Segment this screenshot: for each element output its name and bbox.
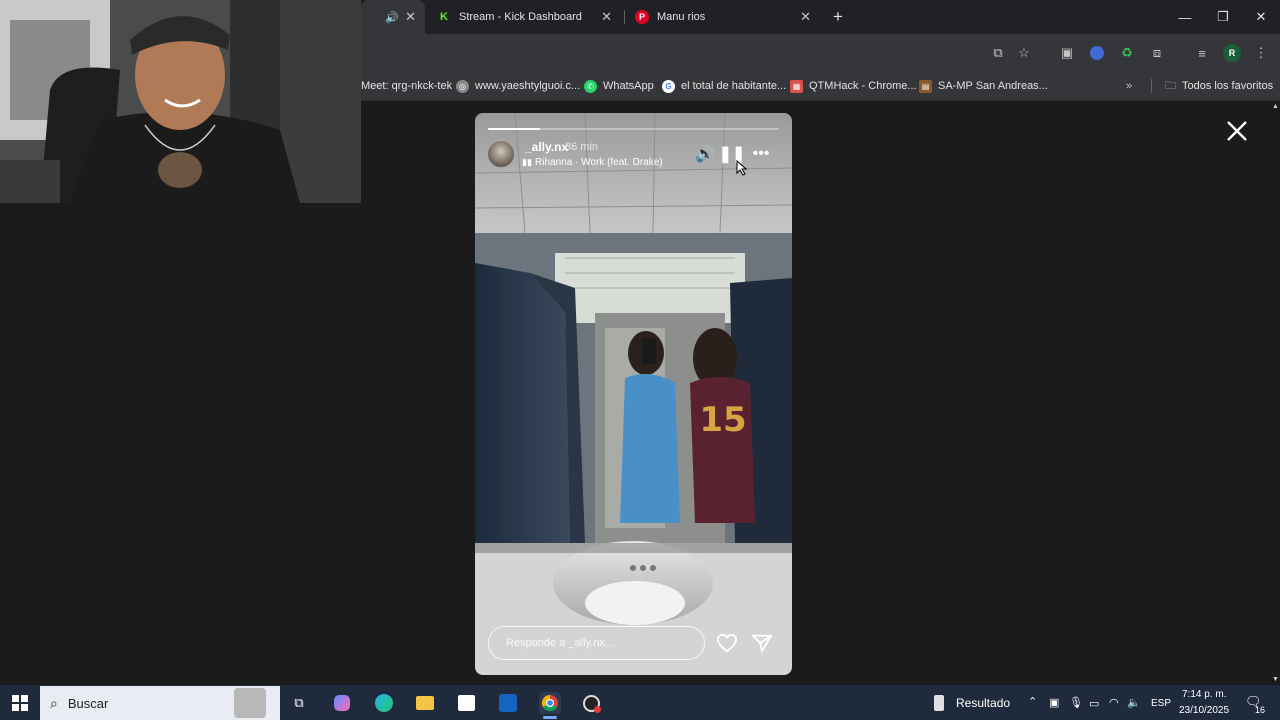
- screen: 🔊 ✕ K Stream - Kick Dashboard ✕ P Manu r…: [0, 0, 1280, 720]
- sports-widget-icon[interactable]: [928, 692, 950, 714]
- chrome-menu-icon[interactable]: ⋮: [1253, 45, 1269, 61]
- bookmark-google[interactable]: G el total de habitante...: [662, 76, 786, 96]
- clock-date[interactable]: 23/10/2025: [1179, 705, 1229, 716]
- media-control-icon[interactable]: ≡: [1194, 45, 1210, 61]
- image-icon: ▦: [790, 79, 803, 93]
- wifi-icon[interactable]: ◠: [1109, 696, 1119, 709]
- chrome-taskbar-icon[interactable]: [539, 692, 561, 714]
- recording-dot-icon: [594, 706, 601, 713]
- scrollbar[interactable]: ▲ ▼: [1270, 101, 1280, 685]
- pinterest-logo-icon: P: [635, 10, 649, 24]
- bookmark-label: el total de habitante...: [681, 80, 787, 92]
- samp-icon: ▤: [919, 79, 932, 93]
- tab-kick[interactable]: K Stream - Kick Dashboard ✕: [426, 0, 622, 34]
- chrome-active-indicator: [543, 716, 557, 719]
- maximize-button[interactable]: ❐: [1204, 0, 1242, 34]
- more-bookmarks-icon[interactable]: »: [1126, 76, 1132, 96]
- svg-text:15: 15: [699, 400, 746, 440]
- webcam-overlay: [0, 0, 361, 203]
- search-icon: ⌕: [50, 694, 58, 711]
- tab-title: Stream - Kick Dashboard: [459, 11, 582, 23]
- profile-initial: R: [1228, 48, 1236, 58]
- like-heart-icon[interactable]: [716, 633, 738, 653]
- story-time: 36 min: [565, 141, 599, 153]
- tab-pinterest[interactable]: P Manu rios ✕: [625, 0, 821, 34]
- volume-icon[interactable]: 🔊: [695, 146, 715, 163]
- bookmark-label: www.yaeshtylguoi.c...: [475, 80, 581, 92]
- story-song[interactable]: Rihanna · Work (feat. Drake): [535, 157, 663, 168]
- tab-active[interactable]: 🔊 ✕: [361, 0, 425, 34]
- close-tab-icon[interactable]: ✕: [601, 9, 612, 25]
- scroll-down-arrow-icon[interactable]: ▼: [1272, 676, 1279, 683]
- notification-count-badge: 16: [1255, 705, 1266, 715]
- reply-input[interactable]: Responde a _ally.nx...: [488, 626, 705, 660]
- webcam-feed: [0, 0, 361, 203]
- extension-blue-icon[interactable]: [1089, 45, 1105, 61]
- tab-title: Manu rios: [657, 11, 706, 23]
- battery-icon[interactable]: ▭: [1089, 697, 1099, 710]
- all-bookmarks-folder[interactable]: 🗀 Todos los favoritos: [1165, 76, 1273, 96]
- obs-recording-icon[interactable]: [580, 692, 602, 714]
- task-view-icon[interactable]: ⧉: [288, 692, 310, 714]
- language-indicator[interactable]: ESP: [1151, 698, 1171, 709]
- globe-icon: ◎: [456, 79, 469, 93]
- google-icon: G: [662, 79, 675, 93]
- install-app-icon[interactable]: ⧉: [990, 45, 1006, 61]
- story-user-avatar[interactable]: [487, 140, 515, 168]
- show-hidden-icons[interactable]: ⌃: [1028, 695, 1037, 708]
- copilot-icon[interactable]: [331, 692, 353, 714]
- file-explorer-icon[interactable]: [414, 692, 436, 714]
- profile-avatar[interactable]: R: [1223, 44, 1241, 62]
- whatsapp-icon: ✆: [584, 79, 597, 93]
- search-highlight-image: [234, 688, 266, 718]
- close-tab-icon[interactable]: ✕: [800, 9, 811, 25]
- search-placeholder: Buscar: [67, 695, 109, 711]
- story-progress-fill: [488, 128, 541, 130]
- bookmark-whatsapp[interactable]: ✆ WhatsApp: [584, 76, 654, 96]
- bookmark-meet[interactable]: Meet: qrg-nkck-tek: [361, 76, 452, 96]
- extension-icon[interactable]: ▣: [1059, 45, 1075, 61]
- story-photo: 15: [475, 113, 792, 675]
- close-window-button[interactable]: ✕: [1242, 0, 1280, 34]
- widget-label[interactable]: Resultado: [956, 696, 1010, 710]
- more-options-icon[interactable]: •••: [752, 145, 770, 162]
- story-progress-bar: [488, 128, 779, 130]
- kick-logo-icon: K: [440, 11, 448, 23]
- microphone-icon[interactable]: 🎙: [1069, 696, 1083, 709]
- volume-tray-icon[interactable]: 🔈: [1127, 696, 1141, 709]
- all-bookmarks-label: Todos los favoritos: [1182, 80, 1274, 92]
- minimize-button[interactable]: —: [1166, 0, 1204, 34]
- send-message-icon[interactable]: [751, 633, 773, 653]
- windows-start-icon[interactable]: [9, 692, 31, 714]
- speaker-icon[interactable]: 🔊: [385, 11, 399, 24]
- bookmark-qtmhack[interactable]: ▦ QTMHack - Chrome...: [790, 76, 917, 96]
- music-bars-icon: ▮▮: [522, 157, 532, 167]
- story-card[interactable]: 15 _ally.nx 36 min ▮▮ Rihanna · Work (fe…: [475, 113, 792, 675]
- mouse-cursor-icon: [736, 160, 748, 176]
- app-blue-icon[interactable]: [497, 692, 519, 714]
- clock-time[interactable]: 7:14 p. m.: [1182, 689, 1226, 700]
- bookmark-label: Meet: qrg-nkck-tek: [361, 80, 453, 92]
- taskbar-search[interactable]: ⌕ Buscar: [40, 686, 280, 720]
- extension-green-icon[interactable]: ♻: [1119, 45, 1135, 61]
- scroll-up-arrow-icon[interactable]: ▲: [1272, 103, 1279, 110]
- new-tab-button[interactable]: +: [820, 0, 856, 34]
- bookmark-star-icon[interactable]: ☆: [1016, 45, 1032, 61]
- bookmark-site[interactable]: ◎ www.yaeshtylguoi.c...: [456, 76, 580, 96]
- bookmark-label: QTMHack - Chrome...: [809, 80, 917, 92]
- close-tab-icon[interactable]: ✕: [405, 9, 416, 25]
- tray-app-icon[interactable]: ▣: [1049, 696, 1059, 709]
- extensions-puzzle-icon[interactable]: ⧈: [1149, 45, 1165, 61]
- bookmark-label: SA-MP San Andreas...: [938, 80, 1048, 92]
- bookmark-separator: [1151, 79, 1152, 93]
- bookmark-samp[interactable]: ▤ SA-MP San Andreas...: [919, 76, 1048, 96]
- edge-browser-icon[interactable]: [373, 692, 395, 714]
- close-icon[interactable]: [1226, 120, 1248, 142]
- microsoft-store-icon[interactable]: [455, 692, 477, 714]
- folder-icon: 🗀: [1165, 79, 1176, 92]
- bookmark-label: WhatsApp: [603, 80, 654, 92]
- story-username[interactable]: _ally.nx: [525, 140, 568, 154]
